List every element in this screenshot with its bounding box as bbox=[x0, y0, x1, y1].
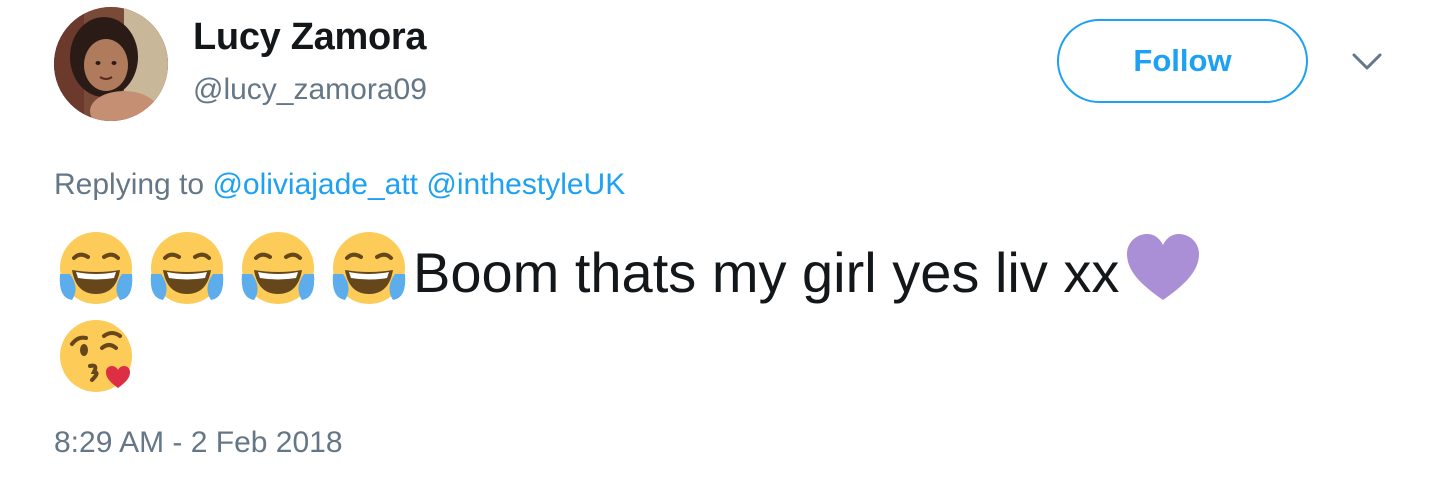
face-with-tears-of-joy-icon bbox=[147, 228, 227, 308]
avatar-image bbox=[54, 7, 168, 121]
face-blowing-a-kiss-icon bbox=[56, 314, 136, 394]
face-with-tears-of-joy-icon bbox=[329, 228, 409, 308]
face-with-tears-of-joy-icon bbox=[56, 228, 136, 308]
user-handle[interactable]: @lucy_zamora09 bbox=[193, 73, 427, 107]
tweet-card: Lucy Zamora @lucy_zamora09 Follow Replyi… bbox=[0, 0, 1440, 490]
purple-heart-icon bbox=[1123, 228, 1203, 308]
avatar[interactable] bbox=[54, 7, 168, 121]
mention-link[interactable]: @oliviajade_att bbox=[212, 168, 418, 201]
tweet-timestamp[interactable]: 8:29 AM - 2 Feb 2018 bbox=[54, 426, 343, 460]
mention-link[interactable]: @inthestyleUK bbox=[426, 168, 625, 201]
replying-to: Replying to @oliviajade_att @inthestyleU… bbox=[54, 168, 625, 202]
tweet-body-text: Boom thats my girl yes liv xx bbox=[413, 241, 1120, 304]
replying-to-label: Replying to bbox=[54, 168, 205, 201]
tweet-text: Boom thats my girl yes liv xx bbox=[56, 228, 1376, 400]
face-with-tears-of-joy-icon bbox=[238, 228, 318, 308]
display-name[interactable]: Lucy Zamora bbox=[193, 16, 427, 59]
chevron-down-icon[interactable] bbox=[1350, 49, 1384, 73]
follow-button[interactable]: Follow bbox=[1057, 19, 1308, 103]
